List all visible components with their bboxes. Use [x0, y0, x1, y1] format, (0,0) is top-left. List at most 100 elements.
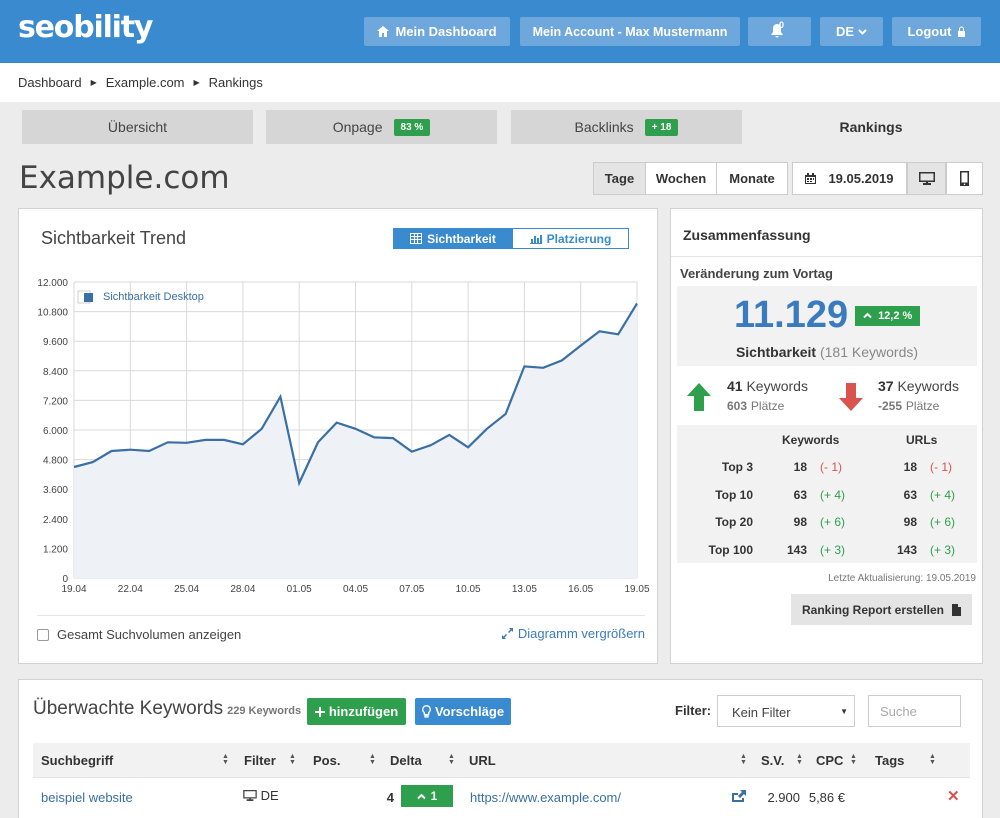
x-tick-label: 19.05 — [624, 584, 649, 595]
summary-subtitle: Veränderung zum Vortag — [680, 266, 833, 281]
keyword-term-link[interactable]: beispiel website — [41, 790, 133, 805]
device-mobile-button[interactable] — [946, 162, 983, 195]
url-delta: (+ 4) — [930, 488, 956, 502]
sort-icon[interactable]: ▲ ▼ — [850, 753, 857, 766]
x-tick-label: 04.05 — [343, 584, 368, 595]
ranking-report-button[interactable]: Ranking Report erstellen — [791, 594, 972, 625]
device-desktop-button[interactable] — [907, 162, 946, 195]
onpage-score-badge: 83 % — [393, 118, 431, 136]
add-label: hinzufügen — [328, 704, 399, 719]
col-url[interactable]: URL — [469, 753, 496, 768]
summary-card: Zusammenfassung Veränderung zum Vortag 1… — [670, 208, 983, 664]
caret-down-icon: ▼ — [840, 707, 848, 716]
suggestions-button[interactable]: Vorschläge — [415, 698, 511, 725]
x-tick-label: 16.05 — [568, 584, 593, 595]
enlarge-chart-link[interactable]: Diagramm vergrößern — [501, 626, 645, 641]
filter-select[interactable]: Kein Filter ▼ — [717, 695, 855, 727]
summary-title: Zusammenfassung — [671, 209, 982, 257]
visibility-trend-chart: 01.2002.4003.6004.8006.0007.2008.4009.60… — [37, 278, 650, 595]
keywords-down: 37 Keywords -255 Plätze — [878, 377, 959, 416]
logout-button[interactable]: Logout — [892, 17, 981, 46]
date-picker[interactable]: 19.05.2019 — [792, 162, 907, 195]
col-cpc[interactable]: CPC — [816, 753, 843, 768]
enlarge-label: Diagramm vergrößern — [517, 626, 645, 641]
up-label: Keywords — [746, 378, 808, 394]
keywords-title: Überwachte Keywords 229 Keywords — [33, 698, 301, 720]
x-tick-label: 07.05 — [399, 584, 424, 595]
dashboard-button[interactable]: Mein Dashboard — [364, 17, 510, 46]
period-weeks-button[interactable]: Wochen — [645, 162, 717, 195]
legend-swatch — [84, 293, 93, 302]
kw-delta: (+ 4) — [820, 488, 846, 502]
keywords-count: 229 Keywords — [227, 705, 302, 717]
account-button[interactable]: Mein Account - Max Mustermann — [520, 17, 740, 46]
cpc-value: 5,86 € — [808, 790, 845, 805]
sort-icon[interactable]: ▲ ▼ — [289, 753, 296, 766]
chevron-up-icon — [416, 793, 426, 799]
keywords-up: 41 Keywords 603 Plätze — [727, 377, 808, 416]
up-places-label: Plätze — [750, 399, 785, 413]
y-tick-label: 12.000 — [37, 278, 68, 289]
tab-label: Backlinks — [574, 119, 634, 135]
y-tick-label: 7.200 — [43, 396, 68, 407]
logout-label: Logout — [907, 24, 952, 39]
language-label: DE — [835, 24, 855, 39]
language-select[interactable]: DE — [820, 17, 883, 46]
visibility-label: Sichtbarkeit — [735, 344, 817, 360]
tab-label: Rankings — [839, 119, 903, 135]
visibility-change-badge: 12,2 % — [855, 306, 921, 326]
add-keyword-button[interactable]: hinzufügen — [307, 698, 406, 725]
sort-icon[interactable]: ▲ ▼ — [740, 753, 747, 766]
seobility-logo[interactable]: seobility — [18, 10, 153, 45]
breadcrumb-dashboard[interactable]: Dashboard — [18, 75, 82, 90]
tab-rankings[interactable]: Rankings — [755, 110, 987, 144]
breadcrumb: Dashboard ▶ Example.com ▶ Rankings — [0, 63, 1000, 102]
visibility-score-box: 11.129 12,2 % Sichtbarkeit (181 Keywords… — [677, 286, 977, 366]
last-update: Letzte Aktualisierung: 19.05.2019 — [828, 573, 976, 584]
breadcrumb-project[interactable]: Example.com — [106, 75, 185, 90]
kw-value: 98 — [793, 515, 807, 529]
x-tick-label: 25.04 — [174, 584, 199, 595]
tab-onpage[interactable]: Onpage 83 % — [266, 110, 497, 144]
sort-icon[interactable]: ▲ ▼ — [929, 753, 936, 766]
search-volume-checkbox[interactable] — [37, 628, 49, 641]
row-label: Top 10 — [715, 488, 753, 502]
col-filter[interactable]: Filter — [244, 753, 276, 768]
external-link-icon[interactable] — [732, 790, 746, 802]
x-tick-label: 01.05 — [287, 584, 312, 595]
visibility-keywords: (181 Keywords) — [819, 344, 919, 360]
y-tick-label: 2.400 — [43, 515, 68, 526]
col-delta[interactable]: Delta — [390, 753, 422, 768]
col-term[interactable]: Suchbegriff — [41, 753, 113, 768]
sort-icon[interactable]: ▲ ▼ — [369, 753, 376, 766]
sort-icon[interactable]: ▲ ▼ — [222, 753, 229, 766]
col-search-volume[interactable]: S.V. — [761, 753, 784, 768]
visibility-chart-card: Sichtbarkeit Trend Sichtbarkeit Platzier… — [18, 208, 658, 664]
col-tags[interactable]: Tags — [875, 753, 904, 768]
period-label: Monate — [729, 171, 775, 186]
tab-label: Übersicht — [107, 119, 168, 135]
tab-backlinks[interactable]: Backlinks + 18 — [511, 110, 742, 144]
sort-icon[interactable]: ▲ ▼ — [796, 753, 803, 766]
down-places-label: Plätze — [905, 399, 940, 413]
search-volume-checkbox-row[interactable]: Gesamt Suchvolumen anzeigen — [37, 627, 241, 642]
account-label: Mein Account - Max Mustermann — [532, 24, 728, 39]
tab-overview[interactable]: Übersicht — [22, 110, 253, 144]
row-label: Top 20 — [715, 515, 753, 529]
sort-icon[interactable]: ▲ ▼ — [448, 753, 455, 766]
col-position[interactable]: Pos. — [313, 753, 340, 768]
keywords-card: Überwachte Keywords 229 Keywords hinzufüg… — [18, 679, 983, 818]
arrow-down-icon — [839, 383, 863, 411]
notifications-button[interactable]: 0 — [748, 17, 811, 46]
delete-keyword-icon[interactable]: ✕ — [947, 787, 960, 805]
url-value: 18 — [903, 460, 917, 474]
checkbox-label: Gesamt Suchvolumen anzeigen — [57, 627, 242, 642]
desktop-icon — [243, 790, 257, 801]
x-tick-label: 13.05 — [512, 584, 537, 595]
period-months-button[interactable]: Monate — [716, 162, 788, 195]
keyword-search-input[interactable]: Suche — [868, 695, 961, 727]
page-title: Example.com — [19, 160, 230, 196]
url-link[interactable]: https://www.example.com/ — [470, 790, 621, 805]
period-days-button[interactable]: Tage — [593, 162, 646, 195]
delta-value: 1 — [430, 789, 438, 803]
